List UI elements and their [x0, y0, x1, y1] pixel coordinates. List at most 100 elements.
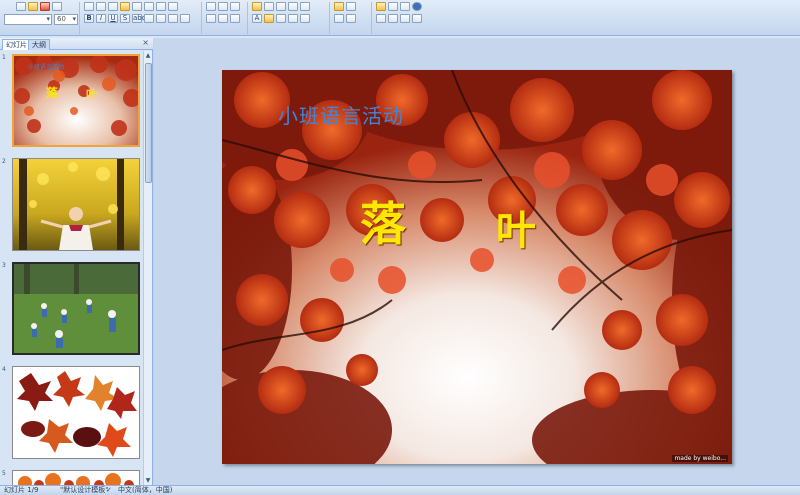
columns-icon[interactable]: [206, 14, 216, 23]
underline-button[interactable]: U: [108, 14, 118, 23]
justify-icon[interactable]: [180, 14, 190, 23]
table-icon[interactable]: [400, 2, 410, 11]
thumbnail-leaves-image: [13, 367, 139, 458]
thumbnail-number: 2: [2, 158, 6, 165]
panel-tabs: 幻灯片 大纲 ×: [0, 38, 153, 50]
thumbnail-title-1: 落: [46, 86, 59, 100]
bold-button[interactable]: B: [84, 14, 94, 23]
align-right-icon[interactable]: [168, 14, 178, 23]
indent-icon[interactable]: [206, 2, 216, 11]
hyperlink-icon[interactable]: [376, 14, 386, 23]
slide-editor: 小班语言活动 落 叶 made by weibo...: [154, 38, 800, 485]
align-text-icon[interactable]: [230, 14, 240, 23]
strikethrough-button[interactable]: abc: [132, 14, 146, 23]
arrange-icon[interactable]: [300, 2, 310, 11]
thumbnail-children-playing-image: [14, 264, 138, 353]
replace-icon[interactable]: [346, 2, 356, 11]
scroll-down-icon[interactable]: ▼: [144, 476, 152, 485]
theme-name: "默认设计模板": [60, 486, 109, 494]
bullets-icon[interactable]: [156, 2, 166, 11]
slide-title-char-1[interactable]: 落: [360, 188, 406, 254]
select-icon[interactable]: [334, 14, 344, 23]
header-footer-icon[interactable]: [400, 14, 410, 23]
text-format-group: B I U S abc: [82, 2, 202, 34]
thumbnail-leaves-strip-image: [13, 471, 139, 485]
font-color-button[interactable]: A: [252, 14, 262, 23]
thumbnail-autumn-girl-image: [13, 159, 139, 250]
tab-outline[interactable]: 大纲: [28, 39, 50, 50]
copy-icon[interactable]: [28, 2, 38, 11]
format-painter-icon[interactable]: [52, 2, 62, 11]
comment-icon[interactable]: [388, 14, 398, 23]
thumbnail-number: 3: [2, 262, 6, 269]
redo-icon[interactable]: [144, 2, 154, 11]
thumbnail-number: 1: [2, 54, 6, 61]
font-name-combo[interactable]: [4, 14, 52, 25]
ribbon-toolbar: 60 B I U S abc: [0, 0, 800, 36]
thumbnail-slide-1[interactable]: 小班语言活动 落 叶: [12, 54, 140, 147]
italic-button[interactable]: I: [96, 14, 106, 23]
shrink-font-icon[interactable]: [96, 2, 106, 11]
font-size-combo[interactable]: 60: [54, 14, 78, 25]
numbering-icon[interactable]: [168, 2, 178, 11]
cut-icon[interactable]: [16, 2, 26, 11]
thumbnail-number: 5: [2, 470, 6, 477]
shape-oval-icon[interactable]: [264, 2, 274, 11]
extra-group: [374, 2, 452, 34]
slides-panel: 幻灯片 大纲 × 1 小班语言活动 落 叶 2 3 4 5 ▲ ▼: [0, 38, 153, 485]
symbol-icon[interactable]: [412, 14, 422, 23]
image-watermark: made by weibo...: [672, 455, 728, 462]
slide-indicator: 幻灯片 1/9: [4, 486, 39, 494]
help-icon[interactable]: [412, 2, 422, 11]
clear-format-icon[interactable]: [108, 2, 118, 11]
find-icon[interactable]: [334, 2, 344, 11]
thumbnail-number: 4: [2, 366, 6, 373]
thumbnail-row-1[interactable]: 1 小班语言活动 落 叶: [0, 54, 143, 150]
thumbnail-slide-4[interactable]: [12, 366, 140, 459]
select-all-icon[interactable]: [346, 14, 356, 23]
shape-effects-icon[interactable]: [300, 14, 310, 23]
slide-subtitle[interactable]: 小班语言活动: [278, 100, 404, 129]
thumbnail-title-2: 叶: [86, 88, 97, 101]
shape-fill-icon[interactable]: [264, 14, 274, 23]
text-direction-icon[interactable]: [218, 14, 228, 23]
current-slide[interactable]: 小班语言活动 落 叶 made by weibo...: [222, 70, 732, 464]
close-panel-icon[interactable]: ×: [142, 38, 149, 47]
shape-line-icon[interactable]: [276, 2, 286, 11]
thumbnail-row-2[interactable]: 2: [0, 158, 143, 254]
shape-arrow-icon[interactable]: [288, 2, 298, 11]
thumbnail-slide-5[interactable]: [12, 470, 140, 485]
shape-rectangle-icon[interactable]: [252, 2, 262, 11]
align-left-icon[interactable]: [144, 14, 154, 23]
thumbnail-row-5[interactable]: 5: [0, 470, 143, 485]
thumbnail-slide-3[interactable]: [12, 262, 140, 355]
paragraph-group: [204, 2, 248, 34]
picture-icon[interactable]: [376, 2, 386, 11]
line-spacing-icon[interactable]: [230, 2, 240, 11]
shape-outline-icon[interactable]: [276, 14, 286, 23]
spell-icon[interactable]: [120, 2, 130, 11]
paste-icon[interactable]: [40, 2, 50, 11]
thumbnail-slide-2[interactable]: [12, 158, 140, 251]
slide-title-char-2[interactable]: 叶: [496, 198, 536, 256]
scroll-up-icon[interactable]: ▲: [144, 51, 152, 60]
shadow-button[interactable]: S: [120, 14, 130, 23]
editing-group: [332, 2, 372, 34]
panel-scrollbar[interactable]: ▲ ▼: [143, 51, 152, 485]
language-indicator: 中文(简体，中国): [118, 486, 173, 494]
font-group: 60: [2, 2, 80, 34]
chart-icon[interactable]: [388, 2, 398, 11]
spellcheck-icon[interactable]: ✓: [106, 486, 112, 495]
slide-thumbnails: 1 小班语言活动 落 叶 2 3 4 5: [0, 51, 143, 485]
thumbnail-row-4[interactable]: 4: [0, 366, 143, 462]
outdent-icon[interactable]: [218, 2, 228, 11]
grow-font-icon[interactable]: [84, 2, 94, 11]
scroll-thumb[interactable]: [145, 63, 152, 183]
status-bar: 幻灯片 1/9 "默认设计模板" ✓ 中文(简体，中国): [0, 485, 800, 495]
thumbnail-row-3[interactable]: 3: [0, 262, 143, 358]
align-center-icon[interactable]: [156, 14, 166, 23]
tab-slides[interactable]: 幻灯片: [2, 39, 31, 50]
drawing-group: A: [250, 2, 330, 34]
quick-styles-icon[interactable]: [288, 14, 298, 23]
undo-icon[interactable]: [132, 2, 142, 11]
